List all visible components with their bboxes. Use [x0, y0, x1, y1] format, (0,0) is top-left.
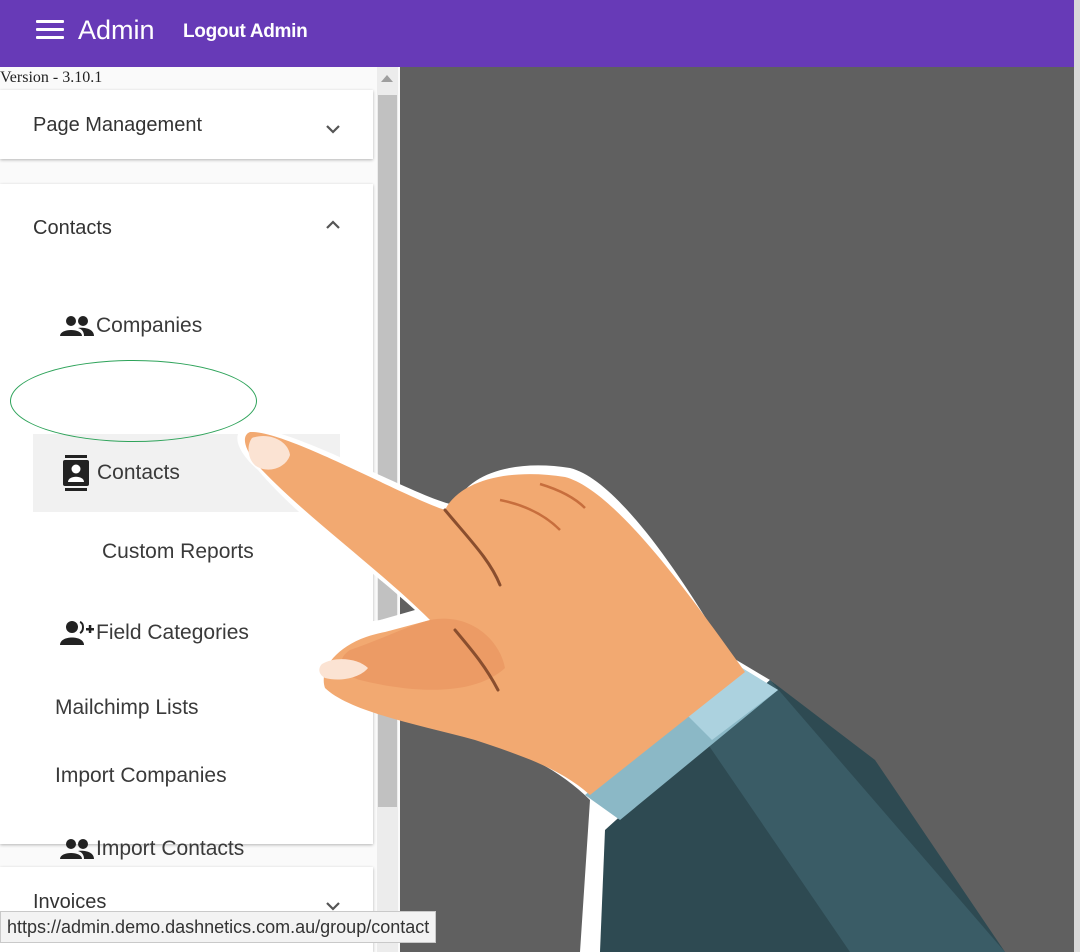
scrollbar-thumb[interactable] [378, 95, 397, 807]
nav-item-mailchimp-lists[interactable]: Mailchimp Lists [55, 688, 199, 728]
person-add-icon [60, 620, 96, 646]
nav-item-label: Mailchimp Lists [55, 696, 199, 719]
nav-item-label: Import Contacts [96, 837, 245, 860]
sidebar-scrollbar[interactable] [377, 67, 398, 952]
chevron-up-icon[interactable] [323, 215, 343, 235]
nav-item-import-contacts[interactable]: Import Contacts [60, 829, 244, 869]
menu-icon[interactable] [36, 20, 64, 42]
app-title: Admin [78, 15, 155, 45]
contact-card-icon [61, 455, 97, 491]
nav-item-custom-reports[interactable]: Custom Reports [102, 532, 254, 572]
people-icon [60, 313, 96, 339]
nav-item-label: Custom Reports [102, 540, 254, 563]
logout-link[interactable]: Logout Admin [183, 21, 308, 43]
scroll-up-arrow-icon[interactable] [381, 75, 393, 82]
panel-title: Page Management [33, 114, 203, 136]
nav-item-label: Companies [96, 314, 203, 337]
sidebar: Version - 3.10.1 Page Management Contact… [0, 67, 400, 952]
nav-item-label: Field Categories [96, 621, 249, 644]
nav-item-companies[interactable]: Companies [60, 306, 202, 346]
panel-page-management[interactable]: Page Management [0, 90, 373, 159]
app-header: Admin Logout Admin [0, 0, 1074, 67]
status-bar-url: https://admin.demo.dashnetics.com.au/gro… [0, 911, 437, 943]
version-label: Version - 3.10.1 [0, 69, 103, 86]
people-icon [60, 836, 96, 862]
nav-item-label: Contacts [97, 461, 180, 484]
nav-item-contacts[interactable]: Contacts [33, 434, 340, 512]
panel-title[interactable]: Contacts [33, 217, 112, 240]
window-edge [1074, 0, 1080, 952]
nav-item-label: Import Companies [55, 764, 227, 787]
nav-item-field-categories[interactable]: Field Categories [60, 613, 249, 653]
chevron-down-icon[interactable] [323, 119, 343, 139]
panel-contacts: Contacts Companies Contacts Custom Repor… [0, 184, 373, 860]
nav-item-import-companies[interactable]: Import Companies [55, 756, 227, 796]
